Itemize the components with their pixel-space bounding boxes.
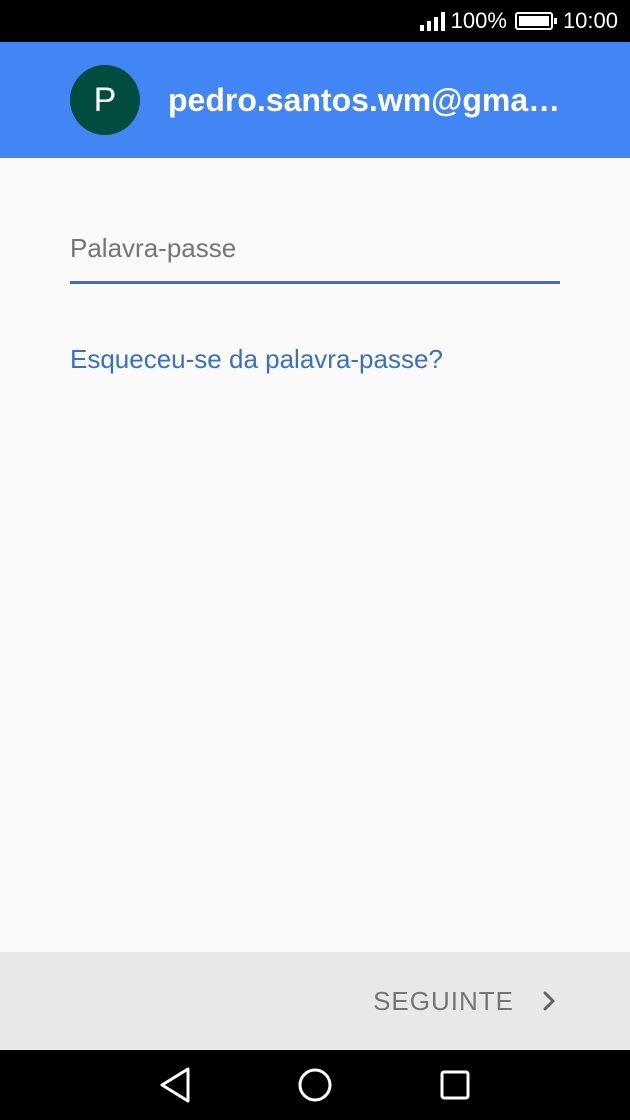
- next-button[interactable]: SEGUINTE: [373, 986, 560, 1017]
- battery-percent: 100%: [450, 8, 507, 33]
- navigation-bar: [0, 1050, 630, 1120]
- clock: 10:00: [562, 8, 618, 33]
- recents-icon[interactable]: [429, 1059, 481, 1111]
- status-bar: 100% 10:00: [0, 0, 630, 42]
- account-email: pedro.santos.wm@gmail.com: [168, 81, 568, 118]
- home-icon[interactable]: [289, 1059, 341, 1111]
- chevron-right-icon: [543, 991, 555, 1011]
- next-button-label: SEGUINTE: [373, 985, 514, 1016]
- forgot-password-link[interactable]: Esqueceu-se da palavra-passe?: [70, 344, 443, 375]
- password-input[interactable]: [70, 228, 560, 284]
- avatar: P: [70, 65, 140, 135]
- password-form: Esqueceu-se da palavra-passe?: [0, 158, 630, 952]
- footer-bar: SEGUINTE: [0, 952, 630, 1050]
- back-icon[interactable]: [149, 1059, 201, 1111]
- account-header: P pedro.santos.wm@gmail.com: [0, 42, 630, 158]
- battery-icon: [514, 12, 557, 30]
- signal-icon: [419, 11, 445, 31]
